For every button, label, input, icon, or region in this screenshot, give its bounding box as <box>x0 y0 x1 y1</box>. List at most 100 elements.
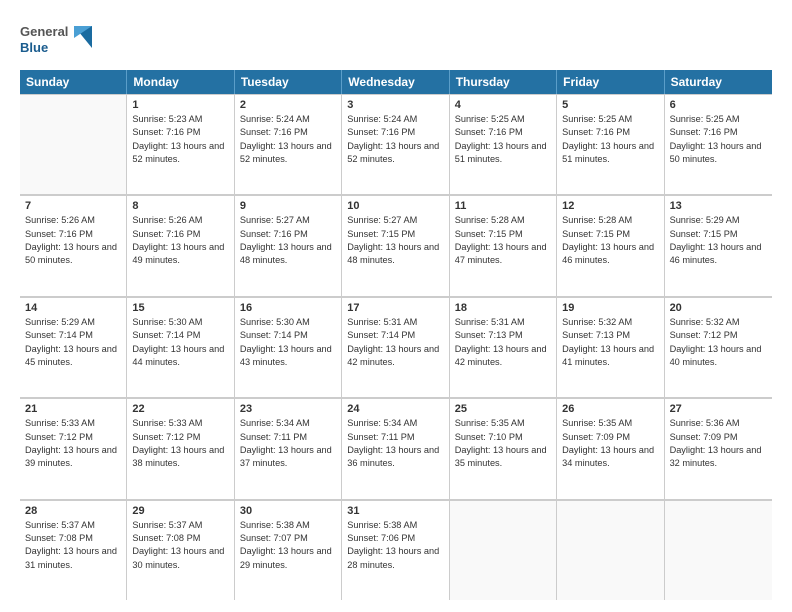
day-number: 17 <box>347 302 443 314</box>
cell-info: Sunrise: 5:36 AMSunset: 7:09 PMDaylight:… <box>670 417 767 470</box>
day-number: 8 <box>132 200 228 212</box>
day-number: 13 <box>670 200 767 212</box>
calendar-cell <box>450 500 557 600</box>
day-number: 31 <box>347 505 443 517</box>
day-of-week-tuesday: Tuesday <box>235 70 342 94</box>
page: General Blue SundayMondayTuesdayWednesda… <box>0 0 792 612</box>
header: General Blue <box>20 18 772 62</box>
calendar-cell: 31 Sunrise: 5:38 AMSunset: 7:06 PMDayligh… <box>342 500 449 600</box>
day-of-week-saturday: Saturday <box>665 70 772 94</box>
calendar-cell: 7 Sunrise: 5:26 AMSunset: 7:16 PMDaylight… <box>20 195 127 295</box>
calendar-cell: 6 Sunrise: 5:25 AMSunset: 7:16 PMDaylight… <box>665 94 772 194</box>
calendar-cell: 18 Sunrise: 5:31 AMSunset: 7:13 PMDayligh… <box>450 297 557 397</box>
cell-info: Sunrise: 5:31 AMSunset: 7:13 PMDaylight:… <box>455 316 551 369</box>
calendar-cell: 17Sunrise: 5:31 AMSunset: 7:14 PMDayligh… <box>342 297 449 397</box>
day-of-week-wednesday: Wednesday <box>342 70 449 94</box>
logo-svg: General Blue <box>20 18 100 62</box>
calendar-cell: 21 Sunrise: 5:33 AMSunset: 7:12 PMDayligh… <box>20 398 127 498</box>
day-of-week-monday: Monday <box>127 70 234 94</box>
cell-info: Sunrise: 5:25 AMSunset: 7:16 PMDaylight:… <box>562 113 658 166</box>
calendar-cell: 15 Sunrise: 5:30 AMSunset: 7:14 PMDayligh… <box>127 297 234 397</box>
day-number: 19 <box>562 302 658 314</box>
cell-info: Sunrise: 5:26 AMSunset: 7:16 PMDaylight:… <box>25 214 121 267</box>
cell-info: Sunrise: 5:23 AMSunset: 7:16 PMDaylight:… <box>132 113 228 166</box>
cell-info: Sunrise: 5:25 AMSunset: 7:16 PMDaylight:… <box>455 113 551 166</box>
cell-info: Sunrise: 5:29 AMSunset: 7:15 PMDaylight:… <box>670 214 767 267</box>
day-number: 28 <box>25 505 121 517</box>
cell-info: Sunrise: 5:34 AMSunset: 7:11 PMDaylight:… <box>347 417 443 470</box>
day-of-week-friday: Friday <box>557 70 664 94</box>
cell-info: Sunrise: 5:37 AMSunset: 7:08 PMDaylight:… <box>25 519 121 572</box>
cell-info: Sunrise: 5:30 AMSunset: 7:14 PMDaylight:… <box>132 316 228 369</box>
cell-info: Sunrise: 5:32 AMSunset: 7:12 PMDaylight:… <box>670 316 767 369</box>
day-number: 21 <box>25 403 121 415</box>
calendar-cell: 3Sunrise: 5:24 AMSunset: 7:16 PMDaylight… <box>342 94 449 194</box>
day-number: 24 <box>347 403 443 415</box>
calendar-cell: 25 Sunrise: 5:35 AMSunset: 7:10 PMDayligh… <box>450 398 557 498</box>
calendar-cell: 9 Sunrise: 5:27 AMSunset: 7:16 PMDaylight… <box>235 195 342 295</box>
cell-info: Sunrise: 5:32 AMSunset: 7:13 PMDaylight:… <box>562 316 658 369</box>
calendar-cell: 20Sunrise: 5:32 AMSunset: 7:12 PMDayligh… <box>665 297 772 397</box>
cell-info: Sunrise: 5:25 AMSunset: 7:16 PMDaylight:… <box>670 113 767 166</box>
calendar-row-2: 7 Sunrise: 5:26 AMSunset: 7:16 PMDaylight… <box>20 195 772 296</box>
cell-info: Sunrise: 5:37 AMSunset: 7:08 PMDaylight:… <box>132 519 228 572</box>
calendar-cell: 23Sunrise: 5:34 AMSunset: 7:11 PMDayligh… <box>235 398 342 498</box>
calendar-cell: 13 Sunrise: 5:29 AMSunset: 7:15 PMDayligh… <box>665 195 772 295</box>
cell-info: Sunrise: 5:29 AMSunset: 7:14 PMDaylight:… <box>25 316 121 369</box>
svg-text:General: General <box>20 24 68 39</box>
day-number: 7 <box>25 200 121 212</box>
calendar-cell: 11Sunrise: 5:28 AMSunset: 7:15 PMDayligh… <box>450 195 557 295</box>
calendar-cell: 2 Sunrise: 5:24 AMSunset: 7:16 PMDaylight… <box>235 94 342 194</box>
day-number: 29 <box>132 505 228 517</box>
day-number: 2 <box>240 99 336 111</box>
cell-info: Sunrise: 5:35 AMSunset: 7:09 PMDaylight:… <box>562 417 658 470</box>
calendar-row-5: 28 Sunrise: 5:37 AMSunset: 7:08 PMDayligh… <box>20 500 772 600</box>
calendar-cell: 10 Sunrise: 5:27 AMSunset: 7:15 PMDayligh… <box>342 195 449 295</box>
calendar-body: 1 Sunrise: 5:23 AMSunset: 7:16 PMDaylight… <box>20 94 772 600</box>
day-number: 15 <box>132 302 228 314</box>
day-number: 18 <box>455 302 551 314</box>
svg-text:Blue: Blue <box>20 40 48 55</box>
calendar: SundayMondayTuesdayWednesdayThursdayFrid… <box>20 70 772 600</box>
day-number: 10 <box>347 200 443 212</box>
day-number: 27 <box>670 403 767 415</box>
calendar-cell: 22 Sunrise: 5:33 AMSunset: 7:12 PMDayligh… <box>127 398 234 498</box>
day-number: 5 <box>562 99 658 111</box>
calendar-cell: 19 Sunrise: 5:32 AMSunset: 7:13 PMDayligh… <box>557 297 664 397</box>
calendar-cell: 26 Sunrise: 5:35 AMSunset: 7:09 PMDayligh… <box>557 398 664 498</box>
calendar-cell: 24 Sunrise: 5:34 AMSunset: 7:11 PMDayligh… <box>342 398 449 498</box>
day-number: 6 <box>670 99 767 111</box>
calendar-row-1: 1 Sunrise: 5:23 AMSunset: 7:16 PMDaylight… <box>20 94 772 195</box>
calendar-cell: 12Sunrise: 5:28 AMSunset: 7:15 PMDayligh… <box>557 195 664 295</box>
calendar-cell: 14 Sunrise: 5:29 AMSunset: 7:14 PMDayligh… <box>20 297 127 397</box>
cell-info: Sunrise: 5:33 AMSunset: 7:12 PMDaylight:… <box>132 417 228 470</box>
cell-info: Sunrise: 5:24 AMSunset: 7:16 PMDaylight:… <box>347 113 443 166</box>
cell-info: Sunrise: 5:33 AMSunset: 7:12 PMDaylight:… <box>25 417 121 470</box>
calendar-cell <box>665 500 772 600</box>
cell-info: Sunrise: 5:24 AMSunset: 7:16 PMDaylight:… <box>240 113 336 166</box>
day-number: 14 <box>25 302 121 314</box>
day-number: 26 <box>562 403 658 415</box>
day-number: 9 <box>240 200 336 212</box>
day-number: 1 <box>132 99 228 111</box>
day-number: 25 <box>455 403 551 415</box>
cell-info: Sunrise: 5:26 AMSunset: 7:16 PMDaylight:… <box>132 214 228 267</box>
calendar-row-4: 21 Sunrise: 5:33 AMSunset: 7:12 PMDayligh… <box>20 398 772 499</box>
day-number: 16 <box>240 302 336 314</box>
calendar-cell: 5 Sunrise: 5:25 AMSunset: 7:16 PMDaylight… <box>557 94 664 194</box>
day-number: 22 <box>132 403 228 415</box>
cell-info: Sunrise: 5:27 AMSunset: 7:16 PMDaylight:… <box>240 214 336 267</box>
calendar-cell: 30Sunrise: 5:38 AMSunset: 7:07 PMDayligh… <box>235 500 342 600</box>
calendar-cell <box>20 94 127 194</box>
calendar-cell: 29 Sunrise: 5:37 AMSunset: 7:08 PMDayligh… <box>127 500 234 600</box>
logo: General Blue <box>20 18 100 62</box>
calendar-cell: 27 Sunrise: 5:36 AMSunset: 7:09 PMDayligh… <box>665 398 772 498</box>
cell-info: Sunrise: 5:35 AMSunset: 7:10 PMDaylight:… <box>455 417 551 470</box>
calendar-cell: 1 Sunrise: 5:23 AMSunset: 7:16 PMDaylight… <box>127 94 234 194</box>
calendar-cell: 16 Sunrise: 5:30 AMSunset: 7:14 PMDayligh… <box>235 297 342 397</box>
calendar-cell: 28 Sunrise: 5:37 AMSunset: 7:08 PMDayligh… <box>20 500 127 600</box>
cell-info: Sunrise: 5:27 AMSunset: 7:15 PMDaylight:… <box>347 214 443 267</box>
cell-info: Sunrise: 5:30 AMSunset: 7:14 PMDaylight:… <box>240 316 336 369</box>
cell-info: Sunrise: 5:38 AMSunset: 7:06 PMDaylight:… <box>347 519 443 572</box>
cell-info: Sunrise: 5:34 AMSunset: 7:11 PMDaylight:… <box>240 417 336 470</box>
